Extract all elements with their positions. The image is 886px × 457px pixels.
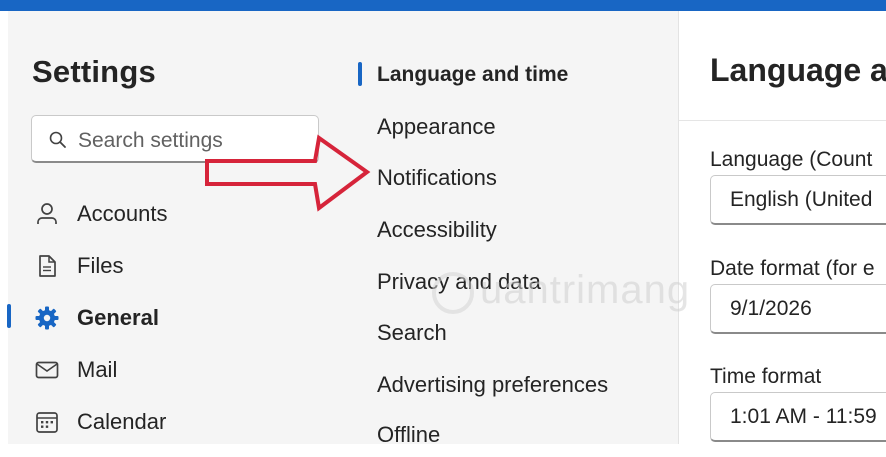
subnav-item-search[interactable]: Search bbox=[352, 309, 678, 355]
mail-icon bbox=[34, 357, 60, 383]
nav-label-accounts: Accounts bbox=[77, 201, 168, 226]
subnav-item-language-and-time[interactable]: Language and time bbox=[352, 51, 678, 97]
person-icon bbox=[34, 201, 60, 227]
subnav-label: Advertising preferences bbox=[377, 372, 609, 397]
nav-item-files[interactable]: Files bbox=[8, 241, 352, 291]
nav-item-general[interactable]: General bbox=[8, 293, 352, 343]
nav-item-calendar[interactable]: Calendar bbox=[8, 397, 352, 447]
subnav-label: Search bbox=[377, 320, 447, 345]
language-label: Language (Count bbox=[710, 148, 873, 171]
nav-label-mail: Mail bbox=[77, 357, 118, 382]
subnav-label: Language and time bbox=[377, 63, 569, 86]
subnav-label: Accessibility bbox=[377, 217, 497, 242]
language-value: English (United bbox=[730, 188, 873, 211]
subnav-item-offline[interactable]: Offline bbox=[352, 411, 678, 457]
watermark-text: uantrimang bbox=[480, 268, 691, 312]
subnav-label: Offline bbox=[377, 422, 441, 447]
window-top-bar bbox=[0, 0, 886, 11]
general-subnav-pane: Language and time Appearance Notificatio… bbox=[352, 11, 679, 447]
subnav-item-accessibility[interactable]: Accessibility bbox=[352, 206, 678, 252]
subnav-label: Appearance bbox=[377, 114, 496, 139]
subnav-label: Notifications bbox=[377, 165, 497, 190]
nav-label-calendar: Calendar bbox=[77, 409, 167, 434]
nav-item-mail[interactable]: Mail bbox=[8, 345, 352, 395]
time-format-value: 1:01 AM - 11:59 bbox=[730, 405, 877, 428]
subnav-item-notifications[interactable]: Notifications bbox=[352, 154, 678, 200]
nav-label-files: Files bbox=[77, 253, 124, 278]
subnav-item-advertising-preferences[interactable]: Advertising preferences bbox=[352, 361, 678, 407]
content-pane: Language a Language (Count English (Unit… bbox=[679, 11, 886, 444]
time-format-label: Time format bbox=[710, 365, 822, 388]
time-format-dropdown[interactable]: 1:01 AM - 11:59 bbox=[710, 392, 886, 442]
annotation-arrow bbox=[205, 134, 371, 212]
subnav-item-appearance[interactable]: Appearance bbox=[352, 103, 678, 149]
title-divider bbox=[679, 120, 886, 121]
file-icon bbox=[34, 253, 60, 279]
date-format-value: 9/1/2026 bbox=[730, 297, 812, 320]
left-edge bbox=[0, 11, 8, 444]
watermark-logo bbox=[432, 272, 474, 314]
calendar-icon bbox=[34, 409, 60, 435]
gear-icon bbox=[34, 305, 60, 331]
date-format-label: Date format (for e bbox=[710, 257, 875, 280]
date-format-dropdown[interactable]: 9/1/2026 bbox=[710, 284, 886, 334]
language-dropdown[interactable]: English (United bbox=[710, 175, 886, 225]
active-indicator-general bbox=[7, 304, 11, 328]
nav-label-general: General bbox=[77, 305, 159, 330]
search-icon bbox=[49, 131, 67, 149]
settings-title: Settings bbox=[32, 54, 156, 89]
settings-nav-pane: Settings Search settings Accounts Files bbox=[8, 11, 352, 444]
page-title: Language a bbox=[710, 52, 886, 88]
search-placeholder: Search settings bbox=[78, 129, 223, 152]
